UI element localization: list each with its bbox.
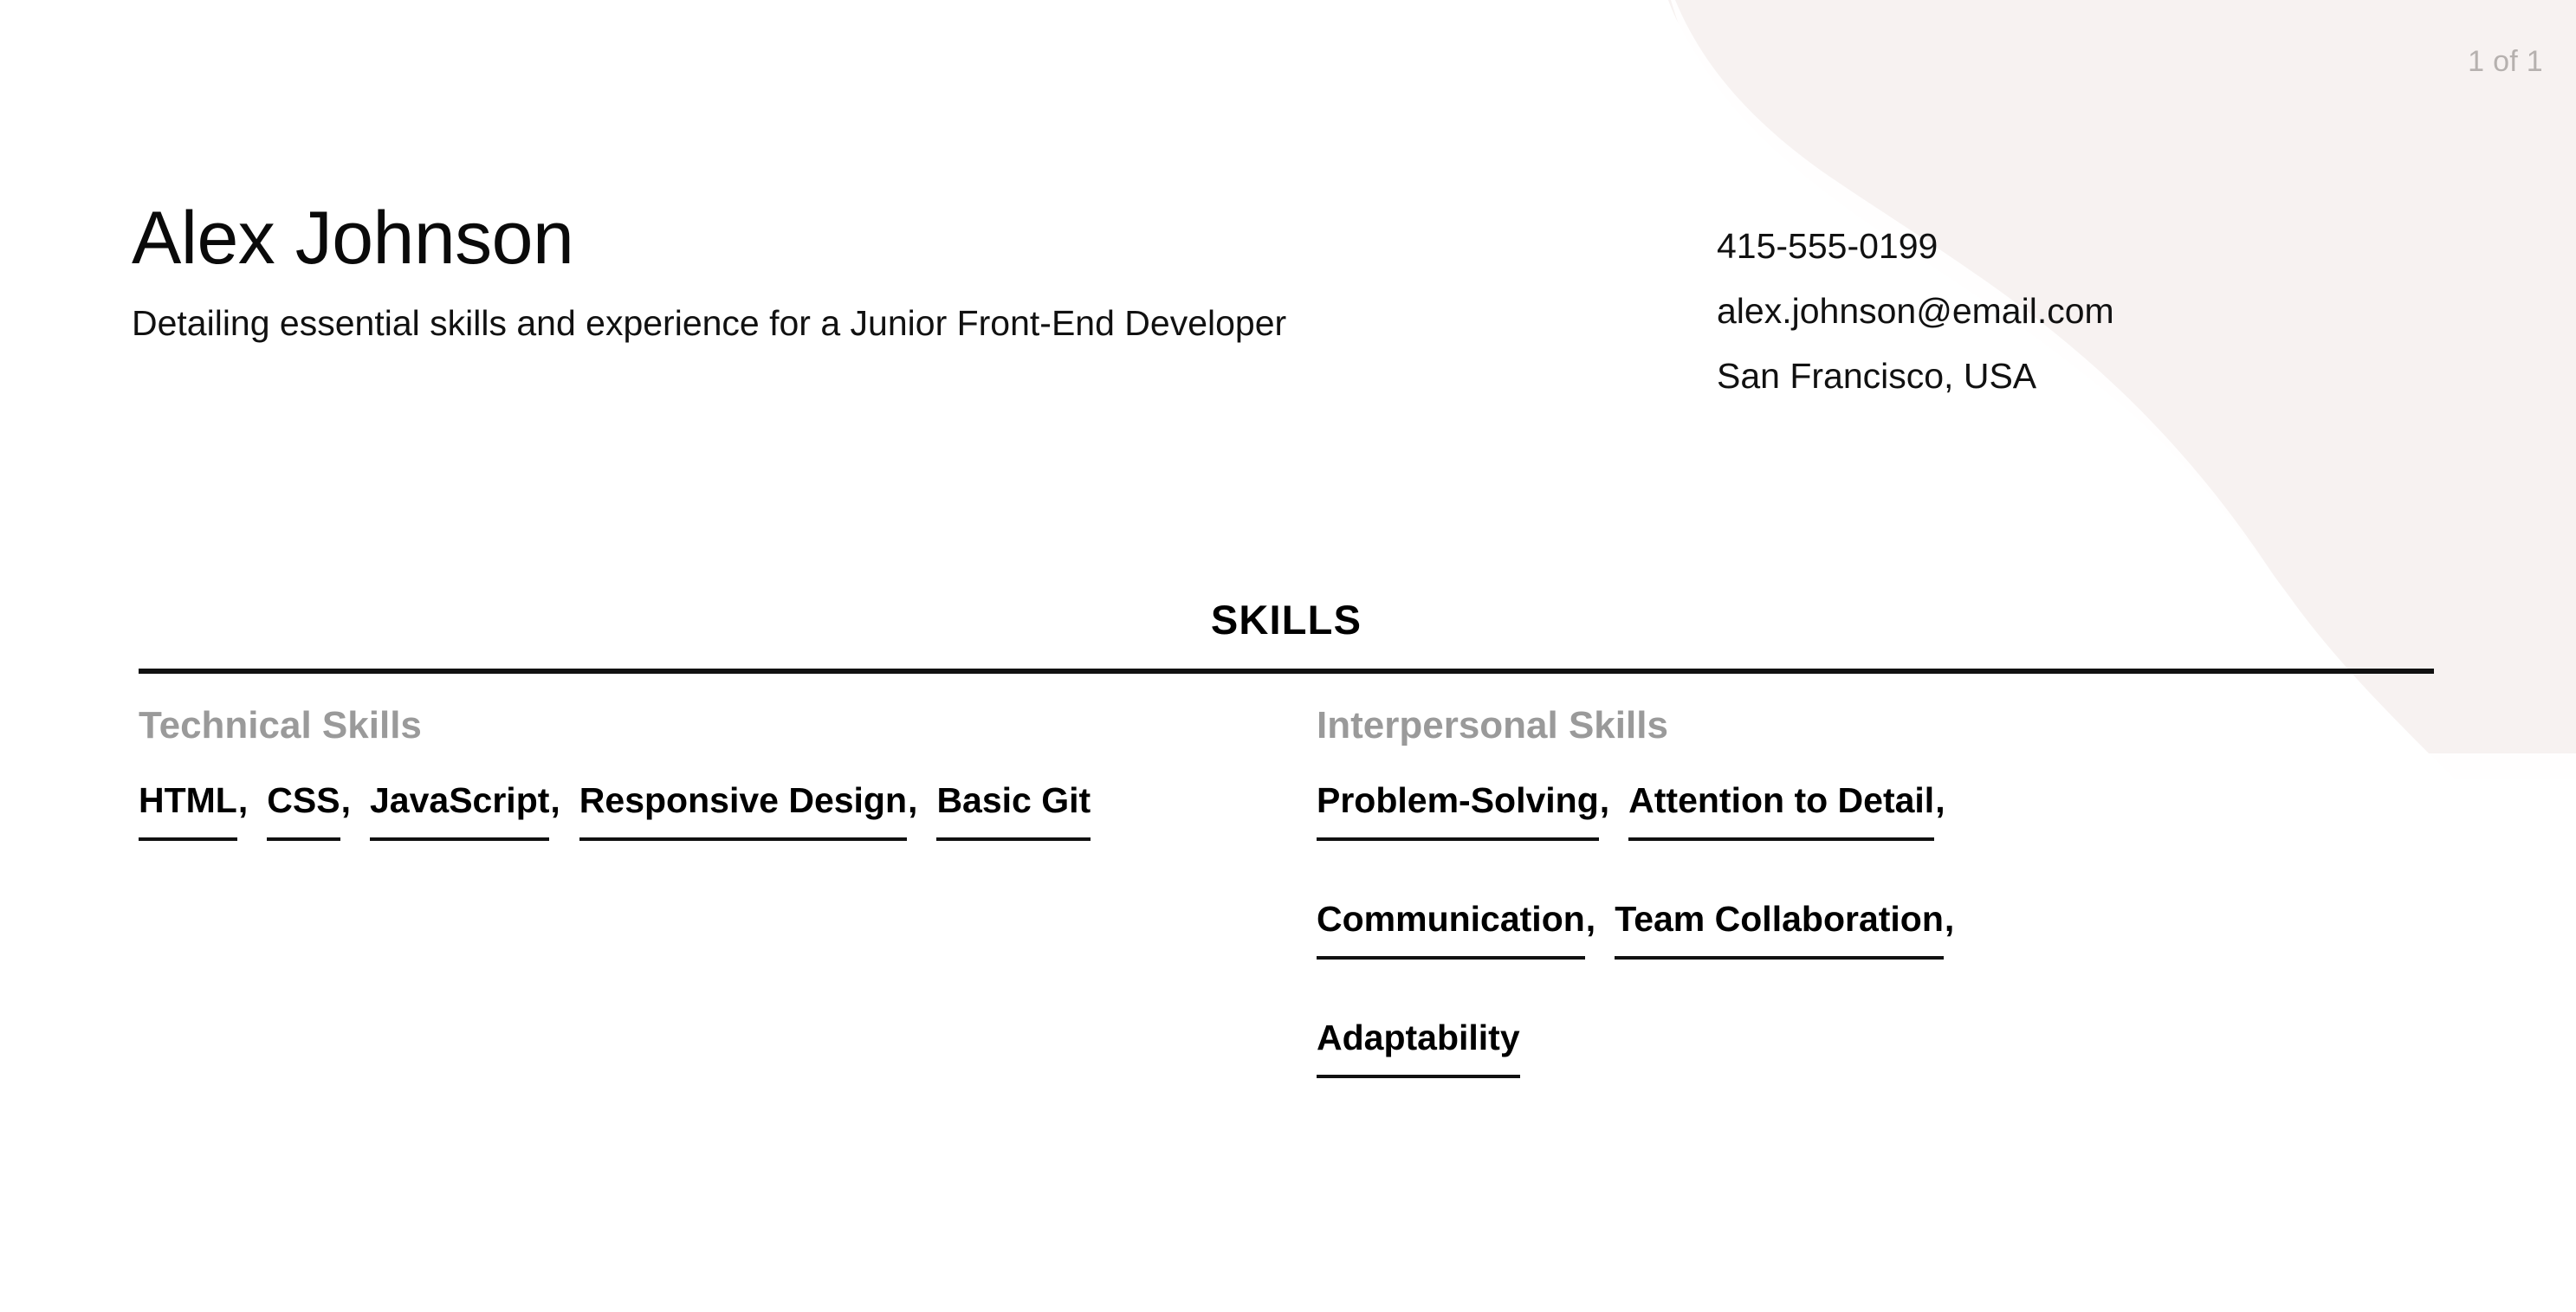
skills-columns: Technical Skills HTML, CSS, JavaScript, Res…	[139, 707, 2434, 1139]
skill-item: JavaScript,	[369, 780, 560, 841]
skill-name: CSS	[267, 783, 340, 841]
skill-name: Attention to Detail	[1628, 783, 1935, 841]
skill-item: Communication,	[1317, 902, 1595, 960]
skill-name: Basic Git	[936, 783, 1091, 841]
skill-group-technical: Technical Skills HTML, CSS, JavaScript, Res…	[139, 707, 1317, 1139]
skill-list-interpersonal: Problem-Solving, Attention to Detail, Comm…	[1317, 783, 2183, 1139]
skill-name: Team Collaboration	[1615, 902, 1944, 960]
skill-separator: ,	[1935, 780, 1945, 820]
skill-group-label-technical: Technical Skills	[139, 704, 422, 746]
resume-content: Alex Johnson Detailing essential skills …	[0, 0, 2576, 1312]
skill-separator: ,	[340, 780, 351, 820]
section-title-skills: SKILLS	[1210, 597, 1362, 643]
skill-name: Problem-Solving	[1317, 783, 1599, 841]
skill-separator: ,	[1585, 899, 1596, 939]
skill-item: Attention to Detail,	[1628, 783, 1945, 841]
skill-separator: ,	[1599, 780, 1610, 820]
skill-group-interpersonal: Interpersonal Skills Problem-Solving, Att…	[1317, 707, 2391, 1139]
identity-block: Alex Johnson Detailing essential skills …	[132, 201, 1717, 349]
skill-item: Team Collaboration,	[1615, 902, 1954, 960]
skill-name: Communication	[1317, 902, 1585, 960]
candidate-headline: Detailing essential skills and experienc…	[132, 303, 1287, 343]
skills-section: SKILLS Technical Skills HTML, CSS, JavaScr…	[139, 599, 2434, 1139]
contact-block: 415-555-0199 alex.johnson@email.com San …	[1717, 201, 2114, 394]
resume-page: 1 of 1 Alex Johnson Detailing essential …	[0, 0, 2576, 1312]
skill-item: Adaptability	[1317, 1020, 1520, 1078]
skill-list-technical: HTML, CSS, JavaScript, Responsive Design, Ba…	[139, 783, 1221, 902]
skill-name: Adaptability	[1317, 1020, 1520, 1078]
skill-item: Basic Git	[936, 783, 1091, 841]
contact-phone: 415-555-0199	[1717, 226, 1938, 266]
skill-item: HTML,	[139, 783, 248, 841]
skill-name: Responsive Design	[579, 783, 908, 841]
skill-separator: ,	[550, 780, 560, 820]
contact-email: alex.johnson@email.com	[1717, 291, 2114, 331]
skill-name: HTML	[139, 783, 237, 841]
contact-location: San Francisco, USA	[1717, 356, 2037, 396]
candidate-name: Alex Johnson	[132, 197, 574, 280]
page-counter: 1 of 1	[2468, 45, 2543, 78]
skill-item: CSS,	[267, 783, 351, 841]
skill-separator: ,	[1944, 899, 1955, 939]
skill-item: Problem-Solving,	[1317, 783, 1609, 841]
section-divider-rule	[139, 669, 2434, 674]
skill-separator: ,	[237, 780, 249, 820]
skill-item: Responsive Design,	[579, 780, 918, 841]
resume-header: Alex Johnson Detailing essential skills …	[132, 201, 2576, 394]
skill-group-label-interpersonal: Interpersonal Skills	[1317, 704, 1668, 746]
skill-separator: ,	[908, 780, 918, 820]
skill-name: JavaScript	[369, 783, 550, 841]
